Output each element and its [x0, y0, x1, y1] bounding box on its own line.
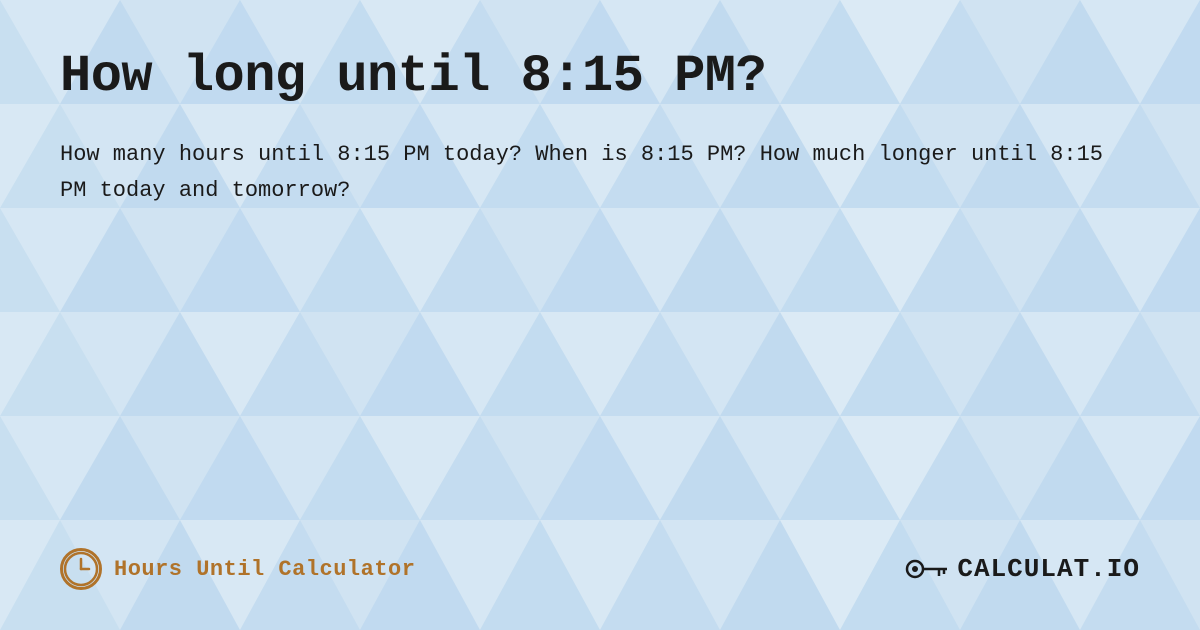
calculat-logo: CALCULAT.IO: [905, 549, 1140, 589]
page-description: How many hours until 8:15 PM today? When…: [60, 137, 1140, 210]
page-title: How long until 8:15 PM?: [60, 48, 1140, 105]
brand-section: Hours Until Calculator: [60, 548, 415, 590]
brand-label: Hours Until Calculator: [114, 557, 415, 582]
hand-pointing-icon: [905, 549, 953, 589]
footer: Hours Until Calculator CALCULAT.IO: [60, 548, 1140, 590]
calculat-io-text: CALCULAT.IO: [957, 554, 1140, 584]
clock-icon: [60, 548, 102, 590]
